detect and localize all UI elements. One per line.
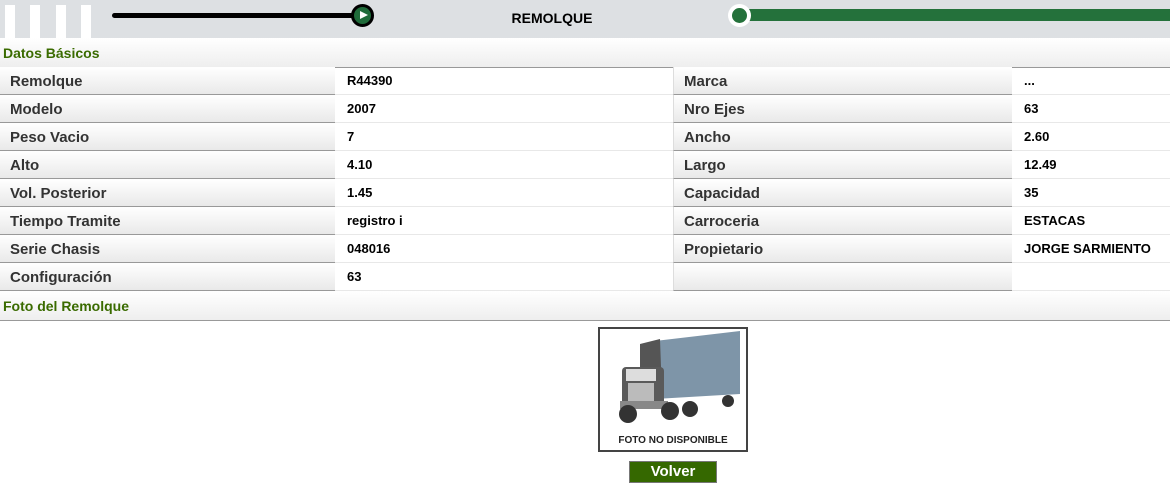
field-value: 63 [1012, 95, 1170, 123]
field-value [1012, 263, 1170, 291]
field-label: Configuración [0, 263, 335, 291]
stripe-decoration [5, 5, 15, 38]
progress-knob[interactable] [728, 4, 751, 27]
field-value: 2.60 [1012, 123, 1170, 151]
field-value: R44390 [335, 67, 673, 95]
field-label: Marca [673, 67, 1012, 95]
back-button[interactable]: Volver [629, 461, 717, 483]
field-label [673, 263, 1012, 291]
field-value: 4.10 [335, 151, 673, 179]
field-label: Nro Ejes [673, 95, 1012, 123]
field-value: 35 [1012, 179, 1170, 207]
field-value: 12.49 [1012, 151, 1170, 179]
field-value: 7 [335, 123, 673, 151]
details-table: Remolque R44390 Marca... Modelo 2007 Nro Ejes… [0, 67, 1170, 291]
progress-line-right [740, 9, 1170, 21]
stripe-decoration [81, 5, 91, 38]
table-row: Tiempo Tramite registro i Carroceria ESTACA… [0, 207, 1170, 235]
field-label: Serie Chasis [0, 235, 335, 263]
field-value: registro i [335, 207, 673, 235]
field-label: Tiempo Tramite [0, 207, 335, 235]
field-value: JORGE SARMIENTO [1012, 235, 1170, 263]
table-row: Modelo 2007 Nro Ejes 63 [0, 95, 1170, 123]
field-label: Remolque [0, 67, 335, 95]
truck-icon [619, 331, 740, 423]
field-value: ESTACAS [1012, 207, 1170, 235]
field-label: Ancho [673, 123, 1012, 151]
field-label: Capacidad [673, 179, 1012, 207]
field-value: 048016 [335, 235, 673, 263]
field-label: Peso Vacio [0, 123, 335, 151]
photo-caption: FOTO NO DISPONIBLE [618, 435, 728, 446]
table-row: Configuración 63 [0, 263, 1170, 291]
progress-line-left [112, 13, 362, 18]
field-value: 63 [335, 263, 673, 291]
table-row: Remolque R44390 Marca... [0, 67, 1170, 95]
stripe-decoration [56, 5, 66, 38]
play-icon[interactable] [351, 4, 374, 27]
field-label: Alto [0, 151, 335, 179]
trailer-photo: FOTO NO DISPONIBLE [598, 327, 748, 452]
table-row: Alto 4.10 Largo 12.49 [0, 151, 1170, 179]
section-header-basic: Datos Básicos [0, 38, 1170, 68]
field-value: 1.45 [335, 179, 673, 207]
field-label: Modelo [0, 95, 335, 123]
field-label: Carroceria [673, 207, 1012, 235]
top-bar: REMOLQUE [0, 0, 1170, 38]
stripe-decoration [30, 5, 40, 38]
page-title: REMOLQUE [511, 10, 593, 26]
field-value: 2007 [335, 95, 673, 123]
table-row: Peso Vacio 7 Ancho 2.60 [0, 123, 1170, 151]
table-row: Vol. Posterior 1.45 Capacidad 35 [0, 179, 1170, 207]
section-header-photo: Foto del Remolque [0, 291, 1170, 321]
table-row: Serie Chasis 048016 Propietario JORGE SARMI… [0, 235, 1170, 263]
field-label: Largo [673, 151, 1012, 179]
field-value: ... [1012, 67, 1170, 95]
field-label: Vol. Posterior [0, 179, 335, 207]
field-label: Propietario [673, 235, 1012, 263]
